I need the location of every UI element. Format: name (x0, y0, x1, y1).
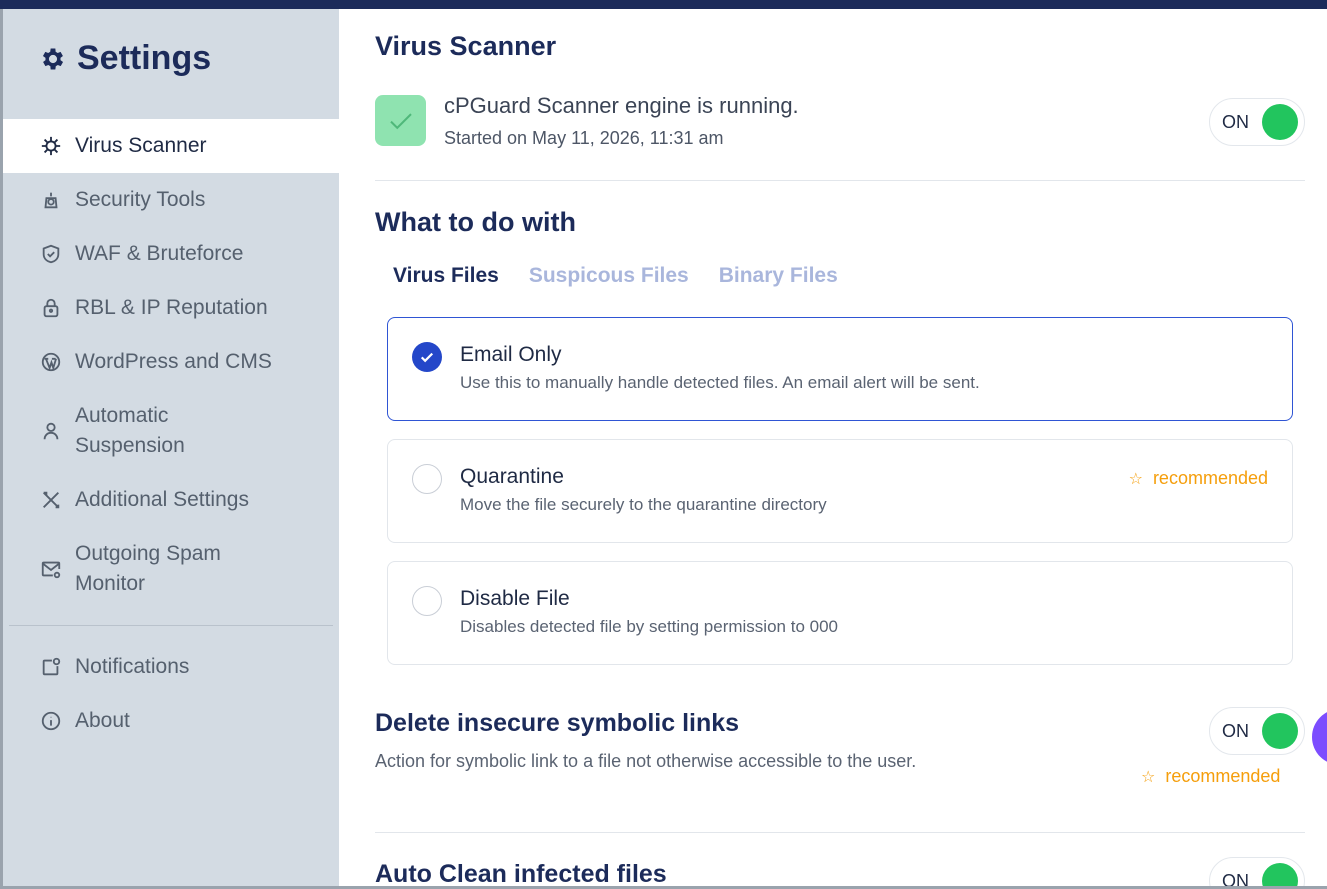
info-icon (39, 709, 63, 733)
sidebar-item-about[interactable]: About (3, 694, 339, 748)
sidebar-item-outgoing-spam-monitor[interactable]: Outgoing Spam Monitor (3, 527, 339, 611)
sidebar-item-label: Security Tools (75, 188, 206, 211)
star-icon: ☆ (1141, 768, 1156, 786)
option-desc: Use this to manually handle detected fil… (460, 373, 980, 392)
toggle-knob (1262, 713, 1298, 749)
sidebar-item-label: RBL & IP Reputation (75, 296, 268, 319)
recommended-label: recommended (1165, 766, 1281, 786)
tools-icon (39, 488, 63, 512)
sidebar-item-label: Virus Scanner (75, 134, 207, 157)
shield-check-icon (39, 242, 63, 266)
recommended-badge: ☆ recommended (1129, 468, 1268, 489)
option-desc: Disables detected file by setting permis… (460, 617, 838, 636)
top-bar (0, 0, 1327, 9)
engine-status-text: cPGuard Scanner engine is running. (444, 93, 799, 118)
symlinks-heading: Delete insecure symbolic links (375, 709, 740, 737)
toggle-knob (1262, 104, 1298, 140)
main-content: Virus Scanner cPGuard Scanner engine is … (339, 9, 1327, 889)
wordpress-icon (39, 350, 63, 374)
auto-clean-heading: Auto Clean infected files (375, 860, 667, 888)
divider (375, 832, 1305, 833)
notification-icon (39, 655, 63, 679)
option-title: Disable File (460, 587, 570, 610)
sidebar-item-notifications[interactable]: Notifications (3, 640, 339, 694)
sidebar-item-label: WordPress and CMS (75, 350, 272, 373)
engine-toggle[interactable]: ON (1209, 98, 1305, 146)
radio-checked[interactable] (412, 342, 442, 372)
file-type-tabs: Virus Files Suspicous Files Binary Files (393, 264, 838, 288)
sidebar-title: Settings (39, 39, 211, 78)
tab-suspicious-files[interactable]: Suspicous Files (529, 264, 689, 288)
mail-settings-icon (39, 557, 63, 581)
sidebar-item-additional-settings[interactable]: Additional Settings (3, 473, 339, 527)
sidebar-item-label: Notifications (75, 655, 190, 678)
sidebar-title-text: Settings (77, 39, 212, 77)
sidebar-item-label: Automatic Suspension (75, 404, 185, 457)
option-title: Email Only (460, 343, 562, 366)
sidebar-item-virus-scanner[interactable]: Virus Scanner (3, 119, 339, 173)
toggle-label: ON (1222, 720, 1249, 741)
virus-icon (39, 134, 63, 158)
toggle-label: ON (1222, 111, 1249, 132)
symlinks-toggle[interactable]: ON (1209, 707, 1305, 755)
sidebar-item-wordpress-cms[interactable]: WordPress and CMS (3, 335, 339, 389)
lock-icon (39, 296, 63, 320)
divider (375, 180, 1305, 181)
sidebar-item-automatic-suspension[interactable]: Automatic Suspension (3, 389, 339, 473)
sidebar-item-security-tools[interactable]: Security Tools (3, 173, 339, 227)
what-to-do-heading: What to do with (375, 207, 576, 237)
sidebar-divider (9, 625, 333, 626)
star-icon: ☆ (1128, 470, 1143, 488)
option-quarantine[interactable]: Quarantine Move the file securely to the… (387, 439, 1293, 543)
sidebar-item-label: About (75, 709, 130, 732)
sidebar-item-waf-bruteforce[interactable]: WAF & Bruteforce (3, 227, 339, 281)
sidebar-item-label: WAF & Bruteforce (75, 242, 244, 265)
radio-unchecked[interactable] (412, 464, 442, 494)
tab-virus-files[interactable]: Virus Files (393, 264, 499, 288)
user-icon (39, 419, 63, 443)
engine-status-check-icon (375, 95, 426, 146)
security-camera-icon (39, 188, 63, 212)
option-disable-file[interactable]: Disable File Disables detected file by s… (387, 561, 1293, 665)
engine-started-text: Started on May 11, 2026, 11:31 am (444, 128, 724, 148)
recommended-label: recommended (1152, 468, 1268, 488)
option-desc: Move the file securely to the quarantine… (460, 495, 827, 514)
sidebar: Settings Virus Scanner Security Tools WA… (3, 9, 339, 889)
sidebar-item-rbl-ip-reputation[interactable]: RBL & IP Reputation (3, 281, 339, 335)
tab-binary-files[interactable]: Binary Files (719, 264, 838, 288)
auto-clean-toggle[interactable]: ON (1209, 857, 1305, 889)
recommended-badge: ☆ recommended (1141, 766, 1280, 787)
radio-unchecked[interactable] (412, 586, 442, 616)
option-title: Quarantine (460, 465, 564, 488)
option-email-only[interactable]: Email Only Use this to manually handle d… (387, 317, 1293, 421)
symlinks-desc: Action for symbolic link to a file not o… (375, 751, 917, 771)
gear-icon (42, 48, 64, 69)
page-title: Virus Scanner (375, 31, 557, 61)
sidebar-item-label: Outgoing Spam Monitor (75, 542, 221, 595)
sidebar-nav: Virus Scanner Security Tools WAF & Brute… (3, 119, 339, 748)
sidebar-item-label: Additional Settings (75, 488, 249, 511)
